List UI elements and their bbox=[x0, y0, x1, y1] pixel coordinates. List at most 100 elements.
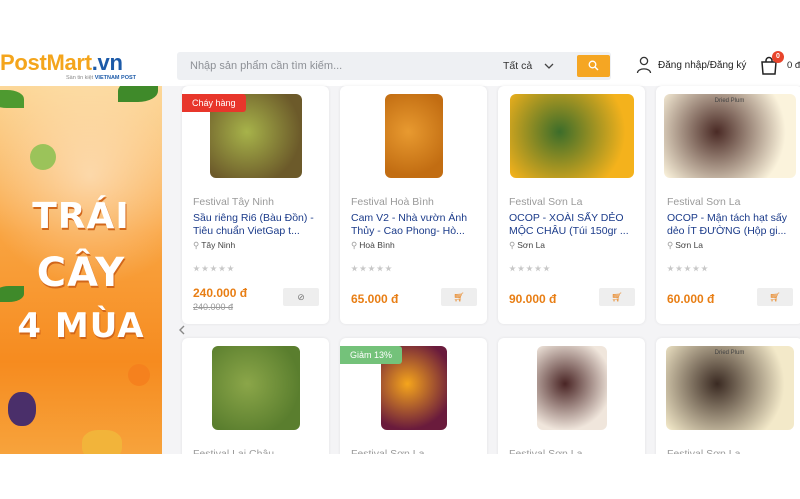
star-icon bbox=[210, 265, 217, 272]
rating-stars bbox=[509, 259, 552, 272]
star-icon bbox=[692, 265, 700, 272]
cart-button[interactable]: 0 0 đ bbox=[759, 51, 800, 78]
login-register-label: Đăng nhập/Đăng ký bbox=[658, 60, 747, 71]
star-icon bbox=[534, 265, 542, 272]
product-image-area[interactable] bbox=[182, 346, 329, 436]
product-image-area[interactable] bbox=[498, 94, 645, 184]
add-to-cart-button[interactable]: 🛒︎ bbox=[441, 288, 477, 306]
map-pin-icon: ⚲ bbox=[351, 240, 358, 250]
product-card[interactable]: Dried Plum Festival Sơn La OCOP - Mận tách… bbox=[656, 86, 800, 324]
ban-icon: ⊘ bbox=[297, 292, 305, 302]
category-select[interactable]: Tất cả bbox=[503, 52, 532, 80]
product-name[interactable]: OCOP - XOÀI SẤY DẺO MỘC CHÂU (Túi 150gr … bbox=[509, 212, 641, 238]
logo-sub-pre: Sàn tin kiệt bbox=[66, 75, 94, 81]
banner-line-1: TRÁI bbox=[32, 196, 130, 237]
product-image[interactable] bbox=[509, 94, 634, 178]
content-area: TRÁI CÂY 4 MÙA Cháy hàng Festival Tây Nin… bbox=[0, 86, 800, 499]
product-card[interactable]: Festival Sơn La bbox=[498, 338, 645, 468]
product-festival[interactable]: Festival Sơn La bbox=[509, 196, 582, 208]
product-location: ⚲ Sơn La bbox=[509, 240, 545, 251]
star-icon bbox=[201, 265, 209, 272]
product-card[interactable]: Festival Hoà Bình Cam V2 - Nhà vườn Ánh T… bbox=[340, 86, 487, 324]
product-location: ⚲ Hoà Bình bbox=[351, 240, 395, 251]
star-icon bbox=[385, 265, 392, 272]
product-image[interactable]: Dried Plum bbox=[663, 94, 796, 178]
product-image[interactable] bbox=[211, 346, 300, 430]
product-image-area[interactable] bbox=[498, 346, 645, 436]
page: PostMart.vn Sàn tin kiệt VIETNAM POST Tấ… bbox=[0, 0, 800, 499]
product-image-label: Dried Plum bbox=[714, 98, 745, 104]
logo-wordmark: PostMart.vn bbox=[0, 50, 123, 76]
product-name[interactable]: OCOP - Mận tách hạt sấy dẻo ÍT ĐƯỜNG (Hộ… bbox=[667, 212, 799, 238]
logo-tagline: Sàn tin kiệt VIETNAM POST bbox=[66, 75, 136, 81]
rating-stars bbox=[667, 259, 710, 272]
star-icon bbox=[675, 265, 683, 272]
rating-stars bbox=[351, 259, 394, 272]
user-icon bbox=[636, 56, 652, 74]
product-image-area[interactable]: Dried Plum bbox=[656, 94, 800, 184]
search-input[interactable] bbox=[177, 52, 487, 80]
custard-apple-decoration bbox=[30, 144, 56, 170]
add-to-cart-button[interactable]: 🛒︎ bbox=[599, 288, 635, 306]
product-card[interactable]: Dried PlumFestival Sơn La bbox=[656, 338, 800, 468]
logo-sub: VIETNAM POST bbox=[94, 75, 137, 81]
star-icon bbox=[359, 265, 367, 272]
product-image-area[interactable] bbox=[340, 94, 487, 184]
product-name[interactable]: Cam V2 - Nhà vườn Ánh Thủy - Cao Phong- … bbox=[351, 212, 483, 238]
product-image[interactable] bbox=[536, 346, 607, 430]
star-icon bbox=[701, 265, 708, 272]
star-icon bbox=[218, 265, 226, 272]
product-festival[interactable]: Festival Hoà Bình bbox=[351, 196, 434, 208]
add-to-cart-button[interactable]: 🛒︎ bbox=[757, 288, 793, 306]
page-bottom bbox=[0, 454, 800, 499]
postmart-logo[interactable]: PostMart.vn Sàn tin kiệt VIETNAM POST bbox=[0, 50, 160, 84]
search-bar: Tất cả bbox=[177, 52, 611, 80]
product-name[interactable]: Sầu riêng Ri6 (Bàu Đồn) - Tiêu chuẩn Vie… bbox=[193, 212, 325, 238]
product-location: ⚲ Sơn La bbox=[667, 240, 703, 251]
map-pin-icon: ⚲ bbox=[667, 240, 674, 250]
star-icon bbox=[193, 265, 200, 272]
product-festival[interactable]: Festival Sơn La bbox=[667, 196, 740, 208]
product-image[interactable]: Dried Plum bbox=[665, 346, 794, 430]
map-pin-icon: ⚲ bbox=[193, 240, 200, 250]
star-icon bbox=[543, 265, 550, 272]
unavailable-button[interactable]: ⊘ bbox=[283, 288, 319, 306]
product-image-label: Dried Plum bbox=[714, 350, 745, 356]
cart-icon: 🛒︎ bbox=[611, 292, 623, 302]
product-price: 65.000 đ bbox=[351, 292, 399, 306]
promo-banner[interactable]: TRÁI CÂY 4 MÙA bbox=[0, 86, 162, 454]
search-button[interactable] bbox=[577, 55, 610, 77]
product-location-text: Sơn La bbox=[517, 240, 546, 250]
product-price: 240.000 đ bbox=[193, 286, 248, 300]
product-image-area[interactable]: Dried Plum bbox=[656, 346, 800, 436]
rating-stars bbox=[193, 259, 236, 272]
logo-text-b: .vn bbox=[91, 50, 123, 75]
cart-total: 0 đ bbox=[787, 60, 800, 71]
product-festival[interactable]: Festival Tây Ninh bbox=[193, 196, 274, 208]
site-header: PostMart.vn Sàn tin kiệt VIETNAM POST Tấ… bbox=[0, 44, 800, 86]
product-card[interactable]: Cháy hàng Festival Tây Ninh Sầu riêng Ri6 … bbox=[182, 86, 329, 324]
star-icon bbox=[351, 265, 358, 272]
product-image[interactable] bbox=[384, 94, 443, 178]
product-location-text: Tây Ninh bbox=[201, 240, 236, 250]
banner-line-2: CÂY bbox=[36, 250, 126, 296]
star-icon bbox=[517, 265, 525, 272]
orange-decoration bbox=[128, 364, 150, 386]
arrow-left-icon[interactable] bbox=[176, 324, 188, 336]
pineapple-decoration bbox=[82, 430, 122, 454]
chevron-down-icon[interactable] bbox=[543, 59, 555, 73]
product-card[interactable]: Festival Sơn La OCOP - XOÀI SẤY DẺO MỘC C… bbox=[498, 86, 645, 324]
cart-count-badge: 0 bbox=[772, 51, 784, 63]
logo-text-a: PostMart bbox=[0, 50, 92, 75]
star-icon bbox=[526, 265, 533, 272]
product-card[interactable]: Festival Lai Châu bbox=[182, 338, 329, 468]
grape-decoration bbox=[8, 392, 36, 426]
product-location: ⚲ Tây Ninh bbox=[193, 240, 235, 251]
product-location-text: Hoà Bình bbox=[359, 240, 395, 250]
discount-badge: Giảm 13% bbox=[340, 346, 403, 364]
product-location-text: Sơn La bbox=[675, 240, 704, 250]
map-pin-icon: ⚲ bbox=[509, 240, 516, 250]
product-card[interactable]: Giảm 13%Festival Sơn La bbox=[340, 338, 487, 468]
star-icon bbox=[667, 265, 674, 272]
star-icon bbox=[368, 265, 375, 272]
